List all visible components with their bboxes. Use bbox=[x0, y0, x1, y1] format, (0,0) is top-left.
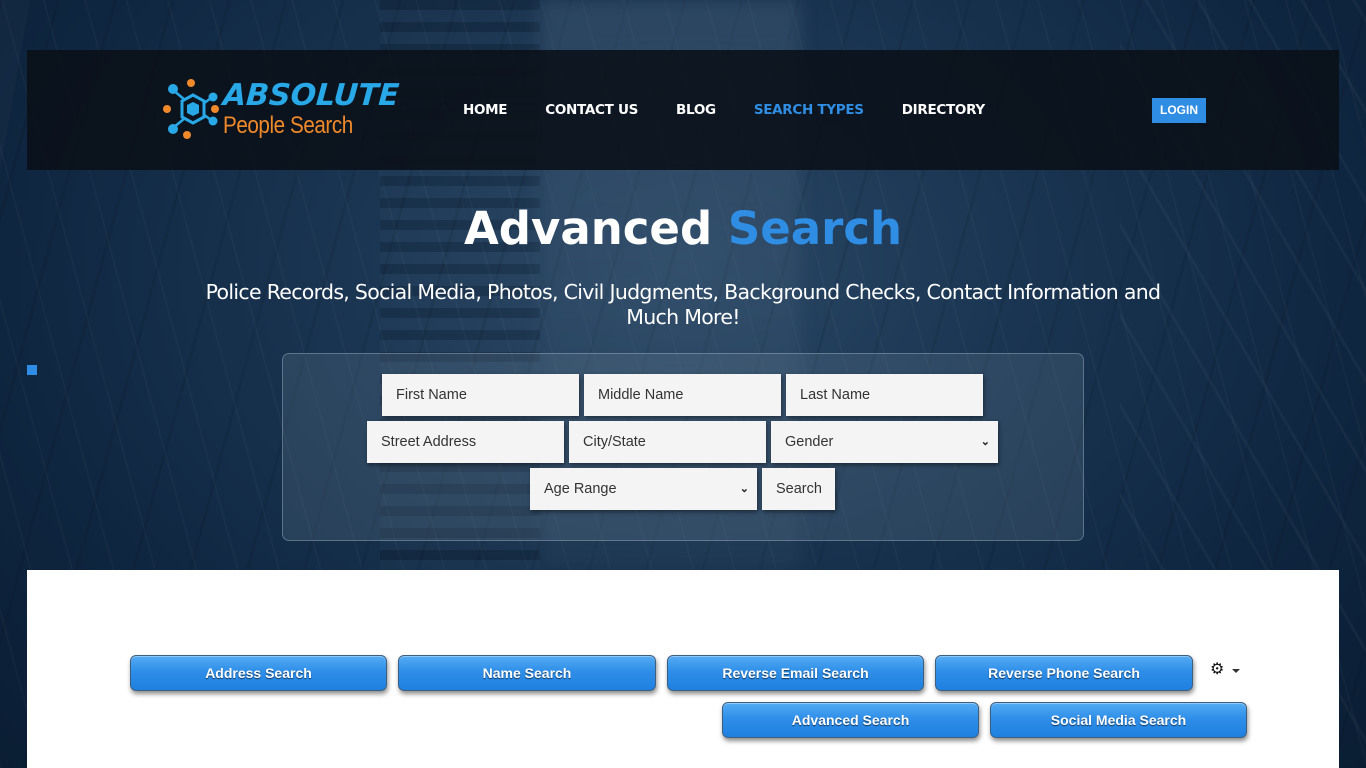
first-name-input[interactable]: First Name bbox=[382, 374, 579, 416]
reverse-email-search-button[interactable]: Reverse Email Search bbox=[667, 655, 924, 691]
reverse-phone-search-button[interactable]: Reverse Phone Search bbox=[935, 655, 1193, 691]
page-subtitle: Police Records, Social Media, Photos, Ci… bbox=[205, 280, 1161, 329]
logo[interactable]: ABSOLUTE People Search bbox=[163, 78, 403, 140]
gear-icon[interactable]: ⚙ bbox=[1210, 662, 1224, 678]
nav-home[interactable]: HOME bbox=[463, 102, 508, 118]
gender-select-value: Gender bbox=[785, 434, 834, 450]
chevron-down-icon: ⌄ bbox=[980, 436, 990, 448]
advanced-search-button[interactable]: Advanced Search bbox=[722, 702, 979, 738]
logo-text-secondary: People Search bbox=[223, 112, 353, 139]
chevron-down-icon: ⌄ bbox=[739, 483, 749, 495]
main-nav: HOME CONTACT US BLOG SEARCH TYPES DIRECT… bbox=[463, 102, 1023, 118]
street-address-input[interactable]: Street Address bbox=[367, 421, 564, 463]
caret-down-icon[interactable] bbox=[1232, 669, 1240, 673]
page-title-main: Advanced bbox=[463, 202, 713, 255]
nav-search-types[interactable]: SEARCH TYPES bbox=[754, 102, 864, 118]
nav-directory[interactable]: DIRECTORY bbox=[902, 102, 985, 118]
middle-name-input[interactable]: Middle Name bbox=[584, 374, 781, 416]
social-media-search-button[interactable]: Social Media Search bbox=[990, 702, 1247, 738]
nav-blog[interactable]: BLOG bbox=[676, 102, 716, 118]
search-submit-button[interactable]: Search bbox=[762, 468, 835, 510]
logo-hexagon-icon bbox=[163, 79, 219, 139]
page-title: Advanced Search bbox=[0, 202, 1366, 255]
site-header: ABSOLUTE People Search HOME CONTACT US B… bbox=[27, 50, 1339, 170]
age-range-select-value: Age Range bbox=[544, 481, 617, 497]
address-search-button[interactable]: Address Search bbox=[130, 655, 387, 691]
side-indicator[interactable] bbox=[27, 365, 37, 375]
city-state-input[interactable]: City/State bbox=[569, 421, 766, 463]
name-search-button[interactable]: Name Search bbox=[398, 655, 656, 691]
last-name-input[interactable]: Last Name bbox=[786, 374, 983, 416]
login-button[interactable]: LOGIN bbox=[1152, 98, 1206, 123]
gender-select[interactable]: Gender ⌄ bbox=[771, 421, 998, 463]
logo-text-primary: ABSOLUTE bbox=[221, 78, 401, 113]
nav-contact-us[interactable]: CONTACT US bbox=[545, 102, 638, 118]
age-range-select[interactable]: Age Range ⌄ bbox=[530, 468, 757, 510]
page-title-accent: Search bbox=[727, 202, 903, 255]
